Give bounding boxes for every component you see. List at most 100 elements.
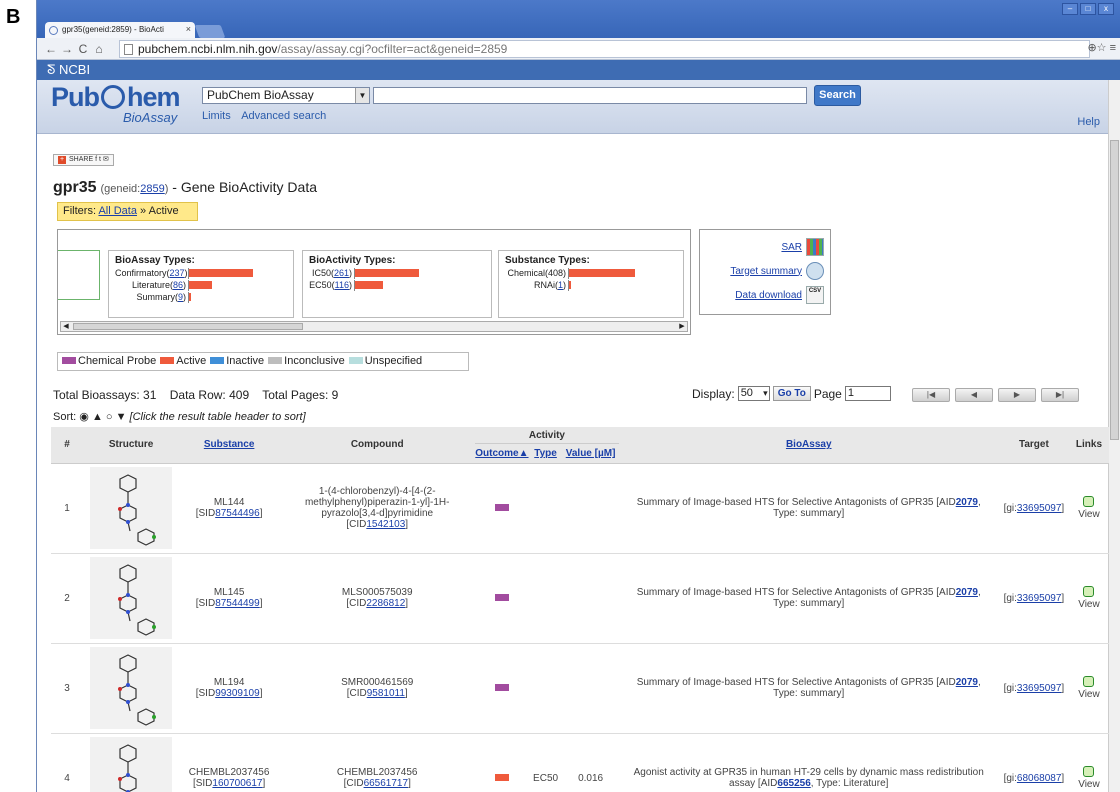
search-button[interactable]: Search: [814, 85, 861, 106]
share-widget[interactable]: + SHARE f t ✉: [53, 154, 114, 166]
links-cell[interactable]: View: [1068, 553, 1109, 644]
gi-link[interactable]: 33695097: [1017, 503, 1062, 514]
type-count-bar[interactable]: [569, 269, 635, 277]
view-icon[interactable]: [1083, 496, 1095, 507]
cid-link[interactable]: 2286812: [366, 598, 405, 609]
col-header-bioassay[interactable]: BioAssay: [618, 427, 999, 464]
type-count-link[interactable]: 116: [335, 280, 349, 290]
type-count-link[interactable]: 237: [170, 268, 185, 278]
page-number-input[interactable]: 1: [844, 386, 891, 401]
scroll-left-arrow-icon[interactable]: ◀: [61, 322, 71, 331]
new-tab-button[interactable]: [194, 25, 226, 38]
structure-image[interactable]: [90, 467, 173, 549]
first-page-button[interactable]: |◀: [912, 388, 950, 402]
sort-direction-radios[interactable]: ◉ ▲ ○ ▼: [79, 411, 126, 423]
search-input[interactable]: [373, 87, 807, 104]
database-select[interactable]: PubChem BioAssay ▼: [202, 87, 370, 104]
gi-link[interactable]: 68068087: [1017, 773, 1062, 784]
view-link[interactable]: View: [1078, 509, 1100, 520]
next-page-button[interactable]: ▶: [998, 388, 1036, 402]
aid-link[interactable]: 665256: [777, 778, 810, 789]
go-to-button[interactable]: Go To: [772, 386, 811, 401]
view-icon[interactable]: [1083, 676, 1095, 687]
view-icon[interactable]: [1083, 586, 1095, 597]
cid-link[interactable]: 66561717: [364, 778, 409, 789]
summary-scroll-thumb[interactable]: [73, 323, 303, 330]
target-icon[interactable]: [806, 262, 824, 280]
home-icon[interactable]: ⌂: [91, 42, 107, 56]
value-sort-link[interactable]: Value [µM]: [566, 448, 616, 459]
view-link[interactable]: View: [1078, 599, 1100, 610]
type-count-bar[interactable]: [355, 269, 419, 277]
col-header-value[interactable]: Value [µM]: [562, 443, 619, 464]
links-cell[interactable]: View: [1068, 463, 1109, 554]
close-window-button[interactable]: x: [1098, 3, 1114, 15]
cid-link[interactable]: 9581011: [367, 688, 405, 699]
pubchem-logo[interactable]: Pub hem: [51, 82, 181, 113]
target-summary-row[interactable]: Target summary: [730, 262, 824, 280]
col-header-substance[interactable]: Substance: [179, 427, 280, 464]
type-count-bar[interactable]: [569, 281, 571, 289]
links-cell[interactable]: View: [1068, 733, 1109, 792]
limits-link[interactable]: Limits: [202, 110, 231, 122]
tab-close-icon[interactable]: ×: [186, 24, 191, 34]
view-icon[interactable]: [1083, 766, 1095, 777]
csv-download-icon[interactable]: CSV: [806, 286, 824, 304]
sid-link[interactable]: 87544499: [215, 598, 260, 609]
scrollbar-thumb[interactable]: [1110, 140, 1119, 440]
sar-link[interactable]: SAR: [781, 242, 802, 253]
target-summary-link[interactable]: Target summary: [730, 266, 802, 277]
aid-link[interactable]: 2079: [956, 587, 978, 598]
forward-arrow-icon[interactable]: →: [59, 42, 75, 56]
data-download-row[interactable]: Data download CSV: [735, 286, 824, 304]
sar-grid-icon[interactable]: [806, 238, 824, 256]
reload-icon[interactable]: C: [75, 42, 91, 56]
type-count-bar[interactable]: [189, 281, 213, 289]
address-bar[interactable]: pubchem.ncbi.nlm.nih.gov/assay/assay.cgi…: [119, 40, 1090, 58]
type-count-link[interactable]: 261: [334, 268, 349, 278]
advanced-search-link[interactable]: Advanced search: [241, 110, 326, 122]
structure-image[interactable]: [90, 647, 173, 729]
aid-link[interactable]: 2079: [956, 497, 978, 508]
zoom-star-menu-icons[interactable]: ⊕☆ ≡: [1087, 41, 1116, 54]
type-sort-link[interactable]: Type: [534, 448, 557, 459]
sar-link-row[interactable]: SAR: [781, 238, 824, 256]
prev-page-button[interactable]: ◀: [955, 388, 993, 402]
type-count-link[interactable]: 1: [558, 280, 563, 290]
browser-tab[interactable]: gpr35(geneid:2859) - BioActi ×: [45, 22, 195, 39]
gi-link[interactable]: 33695097: [1017, 683, 1062, 694]
maximize-button[interactable]: □: [1080, 3, 1096, 15]
scroll-right-arrow-icon[interactable]: ▶: [677, 322, 687, 331]
structure-image[interactable]: [90, 737, 173, 792]
geneid-link[interactable]: 2859: [140, 183, 164, 195]
type-count-bar[interactable]: [189, 293, 192, 301]
view-link[interactable]: View: [1078, 689, 1100, 700]
sid-link[interactable]: 87544496: [215, 508, 260, 519]
bioassay-sort-link[interactable]: BioAssay: [786, 439, 832, 450]
col-header-type[interactable]: Type: [528, 443, 563, 464]
help-link[interactable]: Help: [1077, 116, 1100, 128]
back-arrow-icon[interactable]: ←: [43, 42, 59, 56]
cid-link[interactable]: 1542103: [366, 519, 405, 530]
data-download-link[interactable]: Data download: [735, 290, 802, 301]
sid-link[interactable]: 160700617: [212, 778, 262, 789]
links-cell[interactable]: View: [1068, 643, 1109, 734]
last-page-button[interactable]: ▶|: [1041, 388, 1079, 402]
substance-sort-link[interactable]: Substance: [204, 439, 255, 450]
structure-image[interactable]: [90, 557, 173, 639]
type-count-link[interactable]: 86: [173, 280, 183, 290]
aid-link[interactable]: 2079: [956, 677, 978, 688]
sid-link[interactable]: 99309109: [215, 688, 260, 699]
vertical-scrollbar[interactable]: [1108, 80, 1120, 792]
display-count-select[interactable]: 50: [737, 386, 770, 401]
type-count-bar[interactable]: [189, 269, 253, 277]
filter-all-data-link[interactable]: All Data: [98, 205, 137, 217]
col-header-outcome[interactable]: Outcome▲: [475, 443, 529, 464]
view-link[interactable]: View: [1078, 779, 1100, 790]
type-count-bar[interactable]: [355, 281, 384, 289]
minimize-button[interactable]: –: [1062, 3, 1078, 15]
outcome-sort-link[interactable]: Outcome▲: [475, 448, 528, 459]
type-count-link[interactable]: 9: [178, 292, 183, 302]
ncbi-label[interactable]: NCBI: [59, 62, 90, 77]
gi-link[interactable]: 33695097: [1017, 593, 1062, 604]
